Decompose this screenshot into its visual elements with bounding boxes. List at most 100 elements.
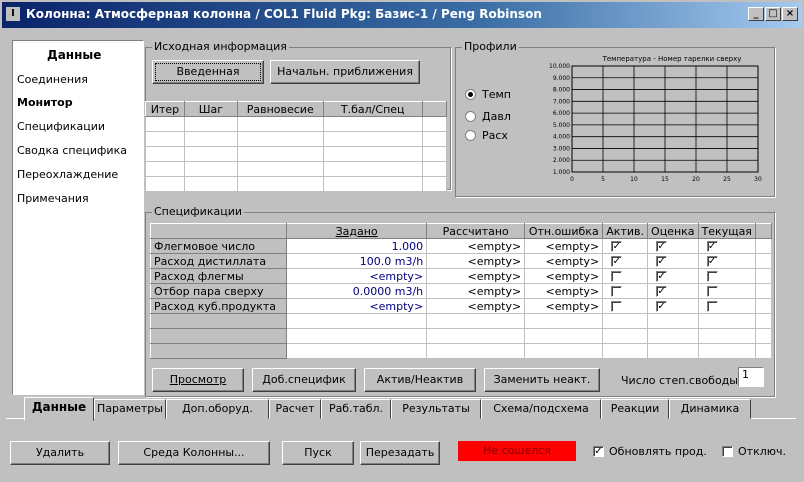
spec-estimate-checkbox[interactable]: ✓	[656, 286, 668, 297]
sidebar-list[interactable]: Данные Соединения Монитор Спецификации С…	[12, 40, 144, 395]
specs-table[interactable]: Задано Рассчитано Отн.ошибка Актив. Оцен…	[149, 223, 773, 359]
spec-active-cell[interactable]: ✓	[602, 253, 649, 269]
run-button[interactable]: Пуск	[282, 441, 354, 465]
spec-estimate-checkbox[interactable]: ✓	[656, 271, 668, 282]
spec-row[interactable]: Отбор пара сверху 0.0000 m3/h <empty> <empt…	[149, 283, 773, 299]
sidebar-item-notes[interactable]: Примечания	[17, 192, 89, 205]
reset-button[interactable]: Перезадать	[360, 441, 440, 465]
spec-active-checkbox[interactable]	[611, 286, 623, 297]
spec-active-checkbox[interactable]	[611, 271, 623, 282]
tab-worksheet[interactable]: Раб.табл.	[321, 399, 391, 419]
spec-current-checkbox[interactable]: ✓	[706, 256, 718, 267]
spec-current-cell[interactable]: ✓	[697, 253, 756, 269]
spec-error[interactable]: <empty>	[524, 268, 604, 284]
entered-button[interactable]: Введенная	[152, 60, 264, 84]
dof-label: Число степ.свободы	[621, 374, 738, 387]
view-button[interactable]: Просмотр	[152, 368, 244, 392]
tab-reactions[interactable]: Реакции	[601, 399, 669, 419]
disable-checkbox[interactable]	[722, 446, 733, 457]
spec-name[interactable]: Отбор пара сверху	[149, 283, 288, 299]
spec-error[interactable]: <empty>	[524, 298, 604, 314]
sidebar-item-monitor[interactable]: Монитор	[17, 96, 73, 109]
spec-calculated[interactable]: <empty>	[426, 238, 526, 254]
spec-current-cell[interactable]	[697, 283, 756, 299]
column-environment-button[interactable]: Среда Колонны...	[118, 441, 270, 465]
tab-parameters[interactable]: Параметры	[94, 399, 166, 419]
status-indicator: Не сошелся	[458, 441, 576, 461]
sidebar-title: Данные	[47, 48, 102, 62]
spec-row[interactable]: Флегмовое число 1.000 <empty> <empty> ✓ ✓ ✓	[149, 238, 773, 254]
spec-value[interactable]: 100.0 m3/h	[286, 253, 428, 269]
spec-current-cell[interactable]	[697, 268, 756, 284]
spec-name[interactable]: Расход флегмы	[149, 268, 288, 284]
maximize-button[interactable]: □	[765, 7, 781, 21]
spec-value[interactable]: 0.0000 m3/h	[286, 283, 428, 299]
app-icon[interactable]: I	[6, 7, 20, 21]
spec-active-checkbox[interactable]: ✓	[611, 241, 623, 252]
spec-calculated[interactable]: <empty>	[426, 283, 526, 299]
sidebar-item-subcooling[interactable]: Переохлаждение	[17, 168, 118, 181]
specs-col-spec: Задано	[286, 223, 428, 239]
radio-pressure[interactable]	[465, 111, 476, 122]
radio-flow[interactable]	[465, 130, 476, 141]
spec-estimate-cell[interactable]: ✓	[647, 268, 699, 284]
initial-estimates-button[interactable]: Начальн. приближения	[270, 60, 420, 84]
title-bar[interactable]: I Колонна: Атмосферная колонна / COL1 Fl…	[2, 2, 802, 28]
close-button[interactable]: ×	[782, 7, 798, 21]
spec-current-checkbox[interactable]	[706, 286, 718, 297]
spec-estimate-cell[interactable]: ✓	[647, 253, 699, 269]
spec-estimate-cell[interactable]: ✓	[647, 298, 699, 314]
spec-current-checkbox[interactable]: ✓	[706, 241, 718, 252]
delete-button[interactable]: Удалить	[10, 441, 110, 465]
tab-side-ops[interactable]: Доп.оборуд.	[166, 399, 269, 419]
iteration-table[interactable]: Итер Шаг Равновесие Т.бал/Спец	[145, 101, 448, 192]
spec-value[interactable]: <empty>	[286, 268, 428, 284]
spec-current-checkbox[interactable]	[706, 271, 718, 282]
update-products-checkbox[interactable]: ✓	[593, 446, 604, 457]
spec-row[interactable]: Расход флегмы <empty> <empty> <empty> ✓	[149, 268, 773, 284]
spec-value[interactable]: <empty>	[286, 298, 428, 314]
chart-ytick-label: 3.000	[553, 145, 570, 152]
spec-calculated[interactable]: <empty>	[426, 268, 526, 284]
tab-data[interactable]: Данные	[24, 397, 94, 421]
add-spec-button[interactable]: Доб.специфик	[252, 368, 356, 392]
spec-calculated[interactable]: <empty>	[426, 298, 526, 314]
spec-name[interactable]: Флегмовое число	[149, 238, 288, 254]
spec-estimate-checkbox[interactable]: ✓	[656, 256, 668, 267]
spec-value[interactable]: 1.000	[286, 238, 428, 254]
spec-current-cell[interactable]	[697, 298, 756, 314]
sidebar-item-connections[interactable]: Соединения	[17, 73, 88, 86]
spec-name[interactable]: Расход куб.продукта	[149, 298, 288, 314]
tab-calc[interactable]: Расчет	[269, 399, 321, 419]
spec-calculated[interactable]: <empty>	[426, 253, 526, 269]
spec-error[interactable]: <empty>	[524, 283, 604, 299]
spec-current-checkbox[interactable]	[706, 301, 718, 312]
spec-estimate-checkbox[interactable]: ✓	[656, 301, 668, 312]
specs-col-name	[149, 223, 288, 239]
tab-dynamics[interactable]: Динамика	[669, 399, 751, 419]
toggle-active-button[interactable]: Актив/Неактив	[364, 368, 476, 392]
spec-active-checkbox[interactable]: ✓	[611, 256, 623, 267]
replace-inactive-button[interactable]: Заменить неакт.	[484, 368, 600, 392]
spec-row[interactable]: Расход дистиллата 100.0 m3/h <empty> <empty…	[149, 253, 773, 269]
minimize-button[interactable]: _	[748, 7, 764, 21]
specs-col-calc: Рассчитано	[426, 223, 526, 239]
spec-estimate-cell[interactable]: ✓	[647, 283, 699, 299]
radio-temp[interactable]	[465, 89, 476, 100]
spec-name[interactable]: Расход дистиллата	[149, 253, 288, 269]
spec-active-checkbox[interactable]	[611, 301, 623, 312]
spec-current-cell[interactable]: ✓	[697, 238, 756, 254]
spec-estimate-checkbox[interactable]: ✓	[656, 241, 668, 252]
spec-error[interactable]: <empty>	[524, 253, 604, 269]
spec-active-cell[interactable]	[602, 298, 649, 314]
spec-active-cell[interactable]	[602, 283, 649, 299]
spec-error[interactable]: <empty>	[524, 238, 604, 254]
spec-active-cell[interactable]: ✓	[602, 238, 649, 254]
sidebar-item-specs[interactable]: Спецификации	[17, 120, 105, 133]
spec-active-cell[interactable]	[602, 268, 649, 284]
tab-results[interactable]: Результаты	[391, 399, 481, 419]
sidebar-item-spec-summary[interactable]: Сводка специфика	[17, 144, 127, 157]
spec-row[interactable]: Расход куб.продукта <empty> <empty> <empty>…	[149, 298, 773, 314]
spec-estimate-cell[interactable]: ✓	[647, 238, 699, 254]
tab-flowsheet[interactable]: Схема/подсхема	[481, 399, 601, 419]
